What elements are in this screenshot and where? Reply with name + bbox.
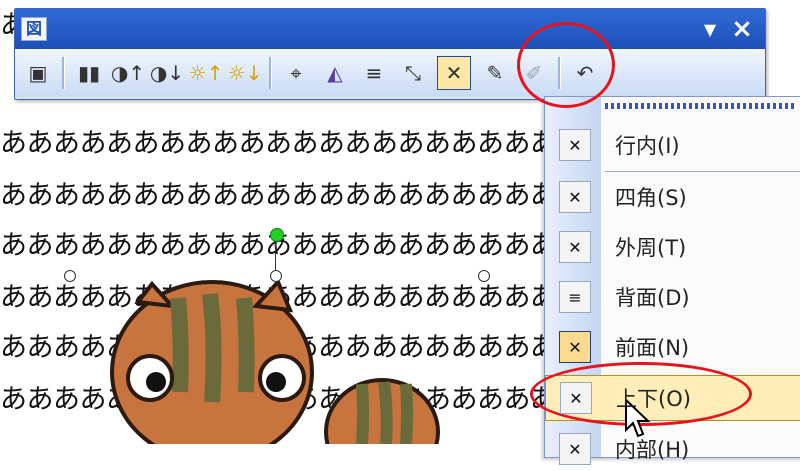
contrast-down-icon: ◑↓ [149,61,185,85]
selected-picture[interactable] [60,228,500,471]
line-style-icon: ≡ [365,61,383,85]
line-style-button[interactable]: ≡ [359,58,389,88]
menu-item-label: 背面(D) [615,286,690,310]
wrap-behind-icon: ≡ [559,281,591,313]
text-wrapping-button[interactable]: ✕ [437,56,471,90]
compress-picture-button[interactable]: ⤡ [398,58,428,88]
toolbar-close-icon[interactable]: × [729,9,755,49]
wrap-tight-icon: ✕ [559,231,591,263]
insert-picture-button[interactable]: ▣ [23,58,53,88]
menu-item-label: 行内(I) [615,134,680,158]
text-wrapping-icon: ✕ [445,61,463,85]
wrap-in-front-icon: ✕ [559,331,591,363]
wrap-square-icon: ✕ [559,181,591,213]
wrap-top-bottom-icon: ✕ [560,382,592,414]
toolbar-separator [269,57,272,89]
toolbar-options-dropdown-icon[interactable]: ▼ [699,20,721,39]
highlight-circle-toolbar [517,22,615,108]
less-contrast-button[interactable]: ◑↓ [149,58,185,88]
compress-icon: ⤡ [405,61,421,85]
menu-item-square[interactable]: ✕ 四角(S) [545,175,800,219]
rotate-left-icon: ◭ [327,61,343,85]
menu-item-inline[interactable]: ✕ 行内(I) [545,123,800,167]
format-picture-icon: ✎ [486,61,504,85]
crop-icon: ⌖ [290,61,302,85]
format-picture-button[interactable]: ✎ [480,58,510,88]
more-contrast-button[interactable]: ◑↑ [110,58,146,88]
crop-button[interactable]: ⌖ [281,58,311,88]
tiger-illustration [110,278,440,471]
menu-item-label: 四角(S) [615,186,687,210]
brightness-down-icon: ☼↓ [227,61,263,85]
toolbar-title-icon: 図 [21,17,47,41]
toolbar-titlebar[interactable]: 図 ▼ × [15,9,765,49]
resize-handle-top-right[interactable] [478,270,490,282]
toolbar-separator [62,57,65,89]
menu-item-label: 前面(N) [615,336,690,360]
brightness-up-icon: ☼↑ [188,61,224,85]
picture-icon: ▣ [28,61,48,85]
rotation-handle[interactable] [270,228,284,242]
rotation-line [275,238,276,274]
menu-item-label: 上下(O) [616,387,691,411]
contrast-up-icon: ◑↑ [110,61,146,85]
menu-item-label: 外周(T) [615,236,687,260]
toolbar-buttons-row: ▣ ▮▮ ◑↑ ◑↓ ☼↑ ☼↓ ⌖ ◭ ≡ ⤡ ✕ ✎ ✐ ↶ [15,49,765,97]
more-brightness-button[interactable]: ☼↑ [188,58,224,88]
menu-separator [605,171,800,172]
less-brightness-button[interactable]: ☼↓ [227,58,263,88]
picture-toolbar: 図 ▼ × ▣ ▮▮ ◑↑ ◑↓ ☼↑ ☼↓ ⌖ ◭ ≡ ⤡ ✕ ✎ ✐ ↶ [14,8,766,100]
wrap-through-icon: ✕ [559,433,591,465]
menu-item-label: 内部(H) [615,438,690,462]
menu-drag-grip[interactable] [605,103,797,109]
menu-item-behind-text[interactable]: ≡ 背面(D) [545,275,800,319]
rotate-left-button[interactable]: ◭ [320,58,350,88]
color-icon: ▮▮ [77,61,100,85]
wrap-inline-icon: ✕ [559,129,591,161]
menu-item-through[interactable]: ✕ 内部(H) [545,427,800,471]
resize-handle-top-left[interactable] [64,270,76,282]
resize-handle-top[interactable] [270,270,282,282]
text-wrapping-menu: ✕ 行内(I) ✕ 四角(S) ✕ 外周(T) ≡ 背面(D) ✕ 前面(N) … [544,96,800,465]
menu-item-tight[interactable]: ✕ 外周(T) [545,225,800,269]
color-button[interactable]: ▮▮ [74,58,104,88]
